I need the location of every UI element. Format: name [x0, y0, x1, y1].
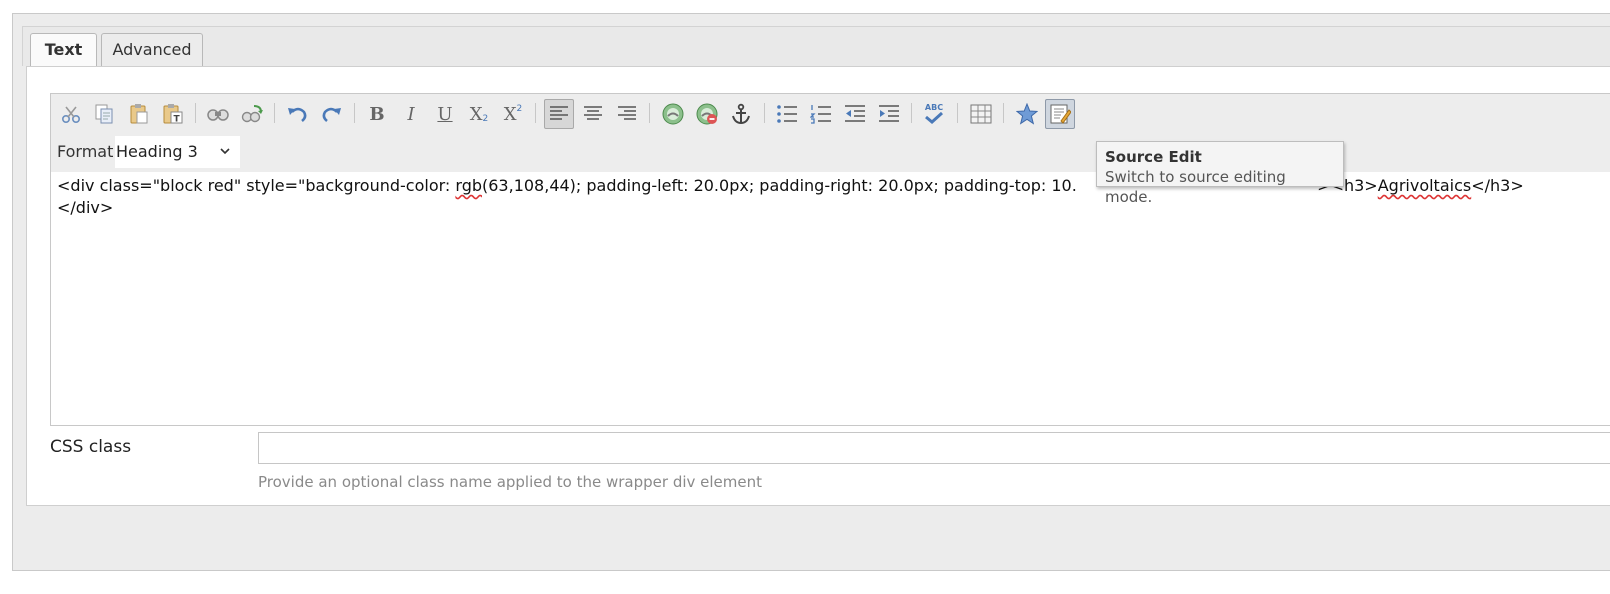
- anchor-icon[interactable]: [726, 99, 756, 129]
- subscript-icon[interactable]: X2: [464, 99, 494, 129]
- align-center-icon[interactable]: [578, 99, 608, 129]
- bullet-list-icon[interactable]: [772, 99, 802, 129]
- source-edit-tooltip: Source Edit Switch to source editing mod…: [1096, 141, 1344, 206]
- link-icon[interactable]: [658, 99, 688, 129]
- toolbar-separator: [911, 103, 912, 123]
- tooltip-description: Switch to source editing mode.: [1105, 168, 1286, 206]
- css-class-help-text: Provide an optional class name applied t…: [258, 473, 763, 491]
- paste-text-icon[interactable]: T: [158, 99, 188, 129]
- find-icon[interactable]: [203, 99, 233, 129]
- source-edit-icon[interactable]: [1045, 99, 1075, 129]
- svg-text:T: T: [174, 115, 181, 125]
- format-selected-value: Heading 3: [116, 142, 198, 161]
- replace-icon[interactable]: [237, 99, 267, 129]
- paste-icon[interactable]: [124, 99, 154, 129]
- undo-icon[interactable]: [282, 99, 312, 129]
- unlink-icon[interactable]: [692, 99, 722, 129]
- underline-icon[interactable]: U: [430, 99, 460, 129]
- format-label: Format: [57, 142, 114, 161]
- toolbar-separator: [957, 103, 958, 123]
- tab-advanced[interactable]: Advanced: [101, 33, 203, 66]
- align-right-icon[interactable]: [612, 99, 642, 129]
- toolbar-separator: [354, 103, 355, 123]
- toolbar-separator: [535, 103, 536, 123]
- table-icon[interactable]: [966, 99, 996, 129]
- bold-icon[interactable]: B: [362, 99, 392, 129]
- redo-icon[interactable]: [317, 99, 347, 129]
- toolbar-separator: [195, 103, 196, 123]
- cut-icon[interactable]: [56, 99, 86, 129]
- spellcheck-icon[interactable]: ABC: [919, 99, 949, 129]
- italic-icon[interactable]: I: [396, 99, 426, 129]
- css-class-label: CSS class: [50, 437, 132, 457]
- format-select[interactable]: Heading 3: [115, 136, 240, 168]
- numbered-list-icon[interactable]: [806, 99, 836, 129]
- toolbar-separator: [764, 103, 765, 123]
- indent-icon[interactable]: [874, 99, 904, 129]
- superscript-icon[interactable]: X2: [498, 99, 528, 129]
- toolbar-separator: [1003, 103, 1004, 123]
- copy-icon[interactable]: [89, 99, 119, 129]
- css-class-input[interactable]: [258, 432, 1610, 464]
- special-char-icon[interactable]: [1012, 99, 1042, 129]
- align-left-icon[interactable]: [544, 99, 574, 129]
- chevron-down-icon: [219, 136, 231, 180]
- outdent-icon[interactable]: [840, 99, 870, 129]
- tab-strip: [22, 26, 1610, 66]
- tab-text[interactable]: Text: [30, 33, 97, 67]
- toolbar-separator: [274, 103, 275, 123]
- toolbar-separator: [649, 103, 650, 123]
- source-code-text[interactable]: <div class="block red" style="background…: [57, 175, 1610, 219]
- tooltip-title: Source Edit: [1105, 148, 1202, 166]
